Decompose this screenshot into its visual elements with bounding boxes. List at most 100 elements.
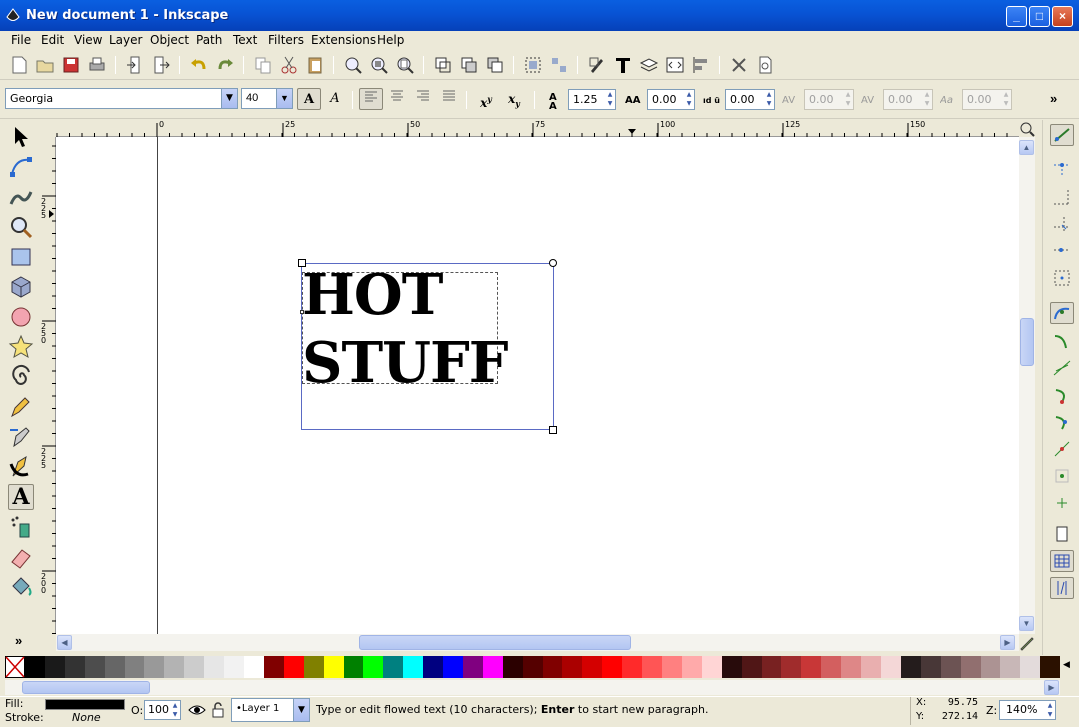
chevron-down-icon[interactable]: ▼: [276, 89, 292, 108]
palette-scroll-thumb[interactable]: [22, 681, 150, 694]
palette-swatch[interactable]: [821, 656, 842, 678]
palette-swatch[interactable]: [522, 656, 543, 678]
palette-swatch[interactable]: [224, 656, 244, 678]
opacity-field[interactable]: 100 ▲ ▼: [144, 700, 181, 720]
palette-swatch[interactable]: [622, 656, 643, 678]
kerning-field[interactable]: 0.00 ▲ ▼: [804, 89, 854, 110]
palette-swatch[interactable]: [144, 656, 165, 678]
palette-swatch[interactable]: [462, 656, 483, 678]
palette-swatch[interactable]: [303, 656, 324, 678]
zoom-selection-icon[interactable]: [343, 55, 363, 75]
palette-swatch[interactable]: [940, 656, 961, 678]
palette-swatch[interactable]: [761, 656, 782, 678]
3d-box-tool-icon[interactable]: [8, 274, 34, 300]
preferences-icon[interactable]: [729, 55, 749, 75]
spinner-arrows-icon[interactable]: ▲ ▼: [1045, 701, 1055, 719]
palette-swatch[interactable]: [721, 656, 742, 678]
palette-scrollbar[interactable]: ▶: [5, 680, 1060, 695]
scroll-down-icon[interactable]: ▼: [1019, 616, 1034, 631]
current-layer-combo[interactable]: •Layer 1 ▼: [231, 698, 310, 722]
scroll-right-icon[interactable]: ▶: [1000, 635, 1015, 650]
xml-editor-icon[interactable]: [665, 55, 685, 75]
palette-swatch[interactable]: [164, 656, 185, 678]
palette-swatch[interactable]: [642, 656, 662, 678]
drawing-canvas[interactable]: HOT STUFF: [56, 137, 1019, 634]
palette-swatch[interactable]: [502, 656, 523, 678]
frame-rotation-handle[interactable]: [549, 259, 557, 267]
flowed-text[interactable]: HOT STUFF: [302, 261, 508, 397]
align-distribute-icon[interactable]: [691, 55, 711, 75]
italic-toggle[interactable]: A: [323, 88, 347, 110]
cut-icon[interactable]: [279, 55, 299, 75]
palette-swatch[interactable]: [1040, 656, 1061, 678]
spinner-arrows-icon[interactable]: ▲ ▼: [170, 701, 180, 719]
paint-bucket-tool-icon[interactable]: [8, 574, 34, 600]
snap-toggle[interactable]: [1050, 124, 1074, 146]
spinner-arrows-icon[interactable]: ▲ ▼: [843, 90, 853, 109]
snap-object-center-icon[interactable]: [1050, 465, 1074, 487]
palette-swatch[interactable]: [1020, 656, 1041, 678]
palette-swatch[interactable]: [323, 656, 344, 678]
snap-bbox-corner-icon[interactable]: [1050, 213, 1074, 235]
palette-swatch[interactable]: [25, 656, 45, 678]
maximize-button[interactable]: □: [1029, 6, 1050, 27]
palette-swatch[interactable]: [64, 656, 85, 678]
pen-tool-icon[interactable]: [8, 424, 34, 450]
palette-swatch[interactable]: [900, 656, 921, 678]
node-tool-icon[interactable]: [8, 154, 34, 180]
palette-swatch[interactable]: [204, 656, 225, 678]
snap-bbox-center-icon[interactable]: [1050, 267, 1074, 289]
bold-toggle[interactable]: A: [297, 88, 321, 110]
document-properties-icon[interactable]: [755, 55, 775, 75]
tweak-tool-icon[interactable]: [8, 184, 34, 210]
vertical-shift-field[interactable]: 0.00 ▲ ▼: [883, 89, 933, 110]
palette-swatch[interactable]: [801, 656, 822, 678]
palette-swatch[interactable]: [403, 656, 424, 678]
text-tool-button[interactable]: A: [8, 484, 34, 510]
snap-bbox-midpoint-icon[interactable]: [1050, 240, 1074, 262]
star-tool-icon[interactable]: [8, 334, 34, 360]
fill-indicator[interactable]: [45, 699, 125, 710]
superscript-button[interactable]: xy: [474, 88, 498, 110]
palette-swatch[interactable]: [602, 656, 623, 678]
undo-icon[interactable]: [189, 55, 209, 75]
snap-grid-toggle[interactable]: [1050, 550, 1074, 572]
menu-object[interactable]: Object: [150, 33, 189, 47]
eraser-tool-icon[interactable]: [8, 544, 34, 570]
palette-swatch[interactable]: [562, 656, 583, 678]
palette-swatch[interactable]: [184, 656, 205, 678]
calligraphy-tool-icon[interactable]: [8, 454, 34, 480]
palette-swatch[interactable]: [343, 656, 364, 678]
chevron-down-icon[interactable]: ▼: [293, 699, 309, 721]
palette-swatch[interactable]: [44, 656, 65, 678]
menu-extensions[interactable]: Extensions: [311, 33, 376, 47]
palette-swatch[interactable]: [443, 656, 463, 678]
more-tools-button[interactable]: »: [15, 633, 22, 648]
align-justify-button[interactable]: [437, 88, 461, 110]
spinner-arrows-icon[interactable]: ▲ ▼: [922, 90, 932, 109]
rectangle-tool-icon[interactable]: [8, 244, 34, 270]
minimize-button[interactable]: _: [1006, 6, 1027, 27]
paste-icon[interactable]: [305, 55, 325, 75]
palette-menu-icon[interactable]: ◀: [1063, 659, 1070, 670]
font-size-combo[interactable]: 40 ▼: [241, 88, 293, 109]
snap-bbox-edge-icon[interactable]: [1050, 186, 1074, 208]
group-icon[interactable]: [523, 55, 543, 75]
close-button[interactable]: ×: [1052, 6, 1073, 27]
spinner-arrows-icon[interactable]: ▲ ▼: [684, 90, 694, 109]
zoom-corner-icon[interactable]: [1019, 121, 1036, 137]
palette-swatch[interactable]: [243, 656, 264, 678]
no-paint-swatch-icon[interactable]: [5, 656, 25, 678]
select-original-icon[interactable]: [485, 55, 505, 75]
palette-swatch[interactable]: [363, 656, 384, 678]
scroll-up-icon[interactable]: ▲: [1019, 140, 1034, 155]
palette-swatch[interactable]: [423, 656, 444, 678]
horizontal-scrollbar[interactable]: ◀ ▶: [56, 634, 1019, 651]
zoom-field[interactable]: 140% ▲ ▼: [999, 700, 1056, 720]
horizontal-scroll-thumb[interactable]: [359, 635, 631, 650]
import-icon[interactable]: [125, 55, 145, 75]
color-management-icon[interactable]: [1019, 636, 1035, 652]
palette-swatch[interactable]: [104, 656, 125, 678]
palette-swatch[interactable]: [582, 656, 603, 678]
snap-guides-toggle[interactable]: [1050, 577, 1074, 599]
